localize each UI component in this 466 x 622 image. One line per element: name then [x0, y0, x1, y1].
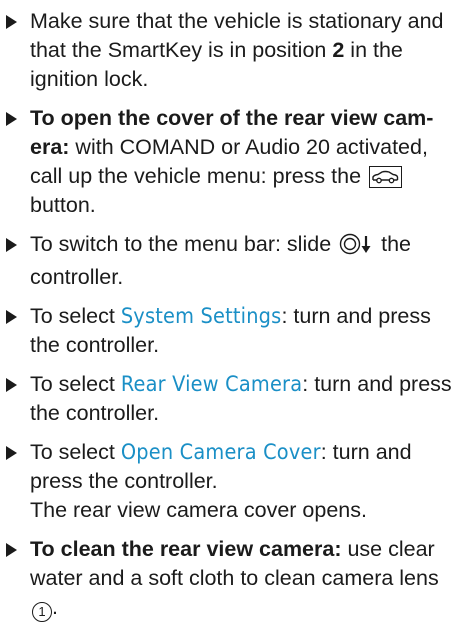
step-rear-view-camera: To select Rear View Camera: turn and pre…: [0, 370, 466, 428]
step-result: The rear view camera cover opens.: [30, 498, 367, 522]
menu-item-system-settings: System Settings: [120, 304, 282, 329]
callout-number: 1: [32, 602, 52, 622]
step-text: To select: [30, 440, 121, 464]
step-vehicle-stationary: Make sure that the vehicle is stationary…: [0, 7, 466, 94]
step-text: To select: [30, 304, 121, 328]
step-text: button.: [30, 193, 96, 217]
menu-item-rear-view-camera: Rear View Camera: [120, 372, 303, 397]
step-text: .: [52, 595, 58, 619]
step-system-settings: To select System Settings: turn and pres…: [0, 302, 466, 360]
bullet-arrow-icon: [6, 543, 17, 557]
ignition-position: 2: [332, 38, 345, 62]
step-open-cover: To open the cover of the rear view cam-e…: [0, 104, 466, 220]
bullet-arrow-icon: [6, 310, 17, 324]
vehicle-button-icon: [369, 166, 403, 188]
bullet-arrow-icon: [6, 238, 17, 252]
menu-item-open-camera-cover: Open Camera Cover: [120, 440, 321, 465]
bullet-arrow-icon: [6, 15, 17, 29]
step-open-camera-cover: To select Open Camera Cover: turn and pr…: [0, 438, 466, 525]
bullet-arrow-icon: [6, 446, 17, 460]
step-text: To select: [30, 372, 121, 396]
bullet-arrow-icon: [6, 112, 17, 126]
step-heading: To clean the rear view camera:: [30, 537, 342, 561]
step-text: To switch to the menu bar: slide: [30, 232, 338, 256]
step-clean-camera: To clean the rear view camera: use clear…: [0, 535, 466, 622]
instruction-page: Make sure that the vehicle is stationary…: [0, 0, 466, 622]
step-menu-bar: To switch to the menu bar: slide the con…: [0, 230, 466, 292]
controller-slide-down-icon: [339, 233, 373, 263]
bullet-arrow-icon: [6, 378, 17, 392]
